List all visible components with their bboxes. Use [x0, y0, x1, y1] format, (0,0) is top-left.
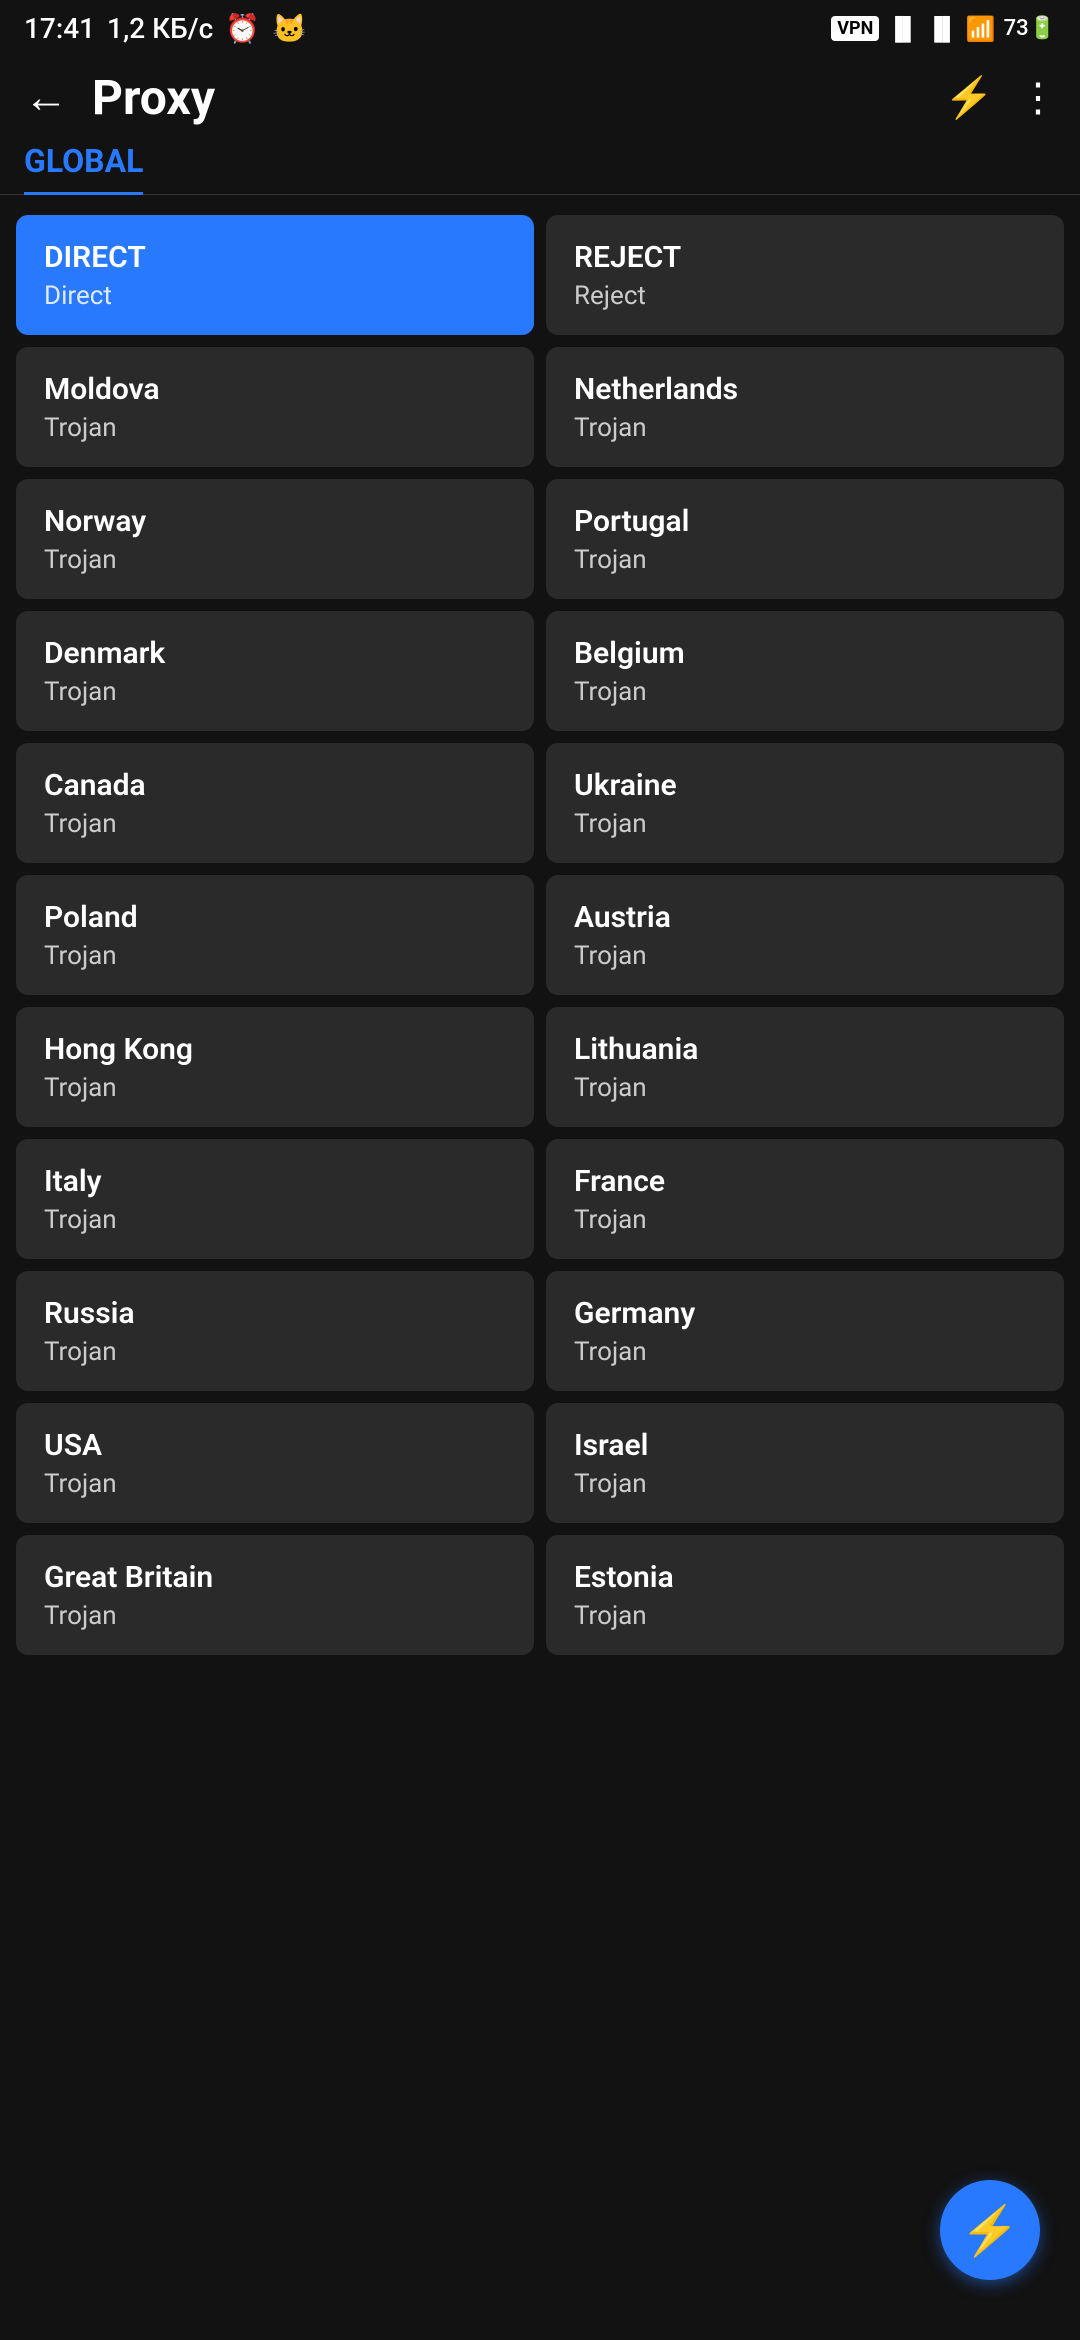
proxy-card-type: Trojan	[574, 941, 1036, 971]
back-button[interactable]: ←	[24, 76, 68, 120]
proxy-card-name: Israel	[574, 1428, 1036, 1463]
signal-icon-2: ▐▌	[927, 16, 958, 42]
proxy-card-name: Hong Kong	[44, 1032, 506, 1067]
proxy-card-type: Trojan	[574, 1601, 1036, 1631]
proxy-card[interactable]: Norway Trojan	[16, 479, 534, 599]
proxy-card[interactable]: Moldova Trojan	[16, 347, 534, 467]
fab-button[interactable]: ⚡	[940, 2180, 1040, 2280]
status-bar-left: 17:41 1,2 КБ/с ⏰ 🐱	[24, 12, 307, 45]
page-title: Proxy	[92, 69, 920, 126]
proxy-card-name: Poland	[44, 900, 506, 935]
time-display: 17:41	[24, 12, 95, 45]
proxy-card-name: Italy	[44, 1164, 506, 1199]
wifi-icon: 📶	[966, 15, 996, 43]
proxy-card[interactable]: Estonia Trojan	[546, 1535, 1064, 1655]
fab-bolt-icon: ⚡	[960, 2202, 1020, 2259]
proxy-grid: DIRECTDirectREJECTRejectMoldovaTrojanNet…	[0, 195, 1080, 1675]
status-bar: 17:41 1,2 КБ/с ⏰ 🐱 VPN ▐▌ ▐▌ 📶 73🔋	[0, 0, 1080, 53]
proxy-card-type: Direct	[44, 281, 506, 311]
proxy-card-type: Trojan	[44, 809, 506, 839]
proxy-card-name: Belgium	[574, 636, 1036, 671]
global-tab[interactable]: GLOBAL	[24, 142, 143, 195]
app-bar: ← Proxy ⚡ ⋮	[0, 53, 1080, 142]
proxy-card-name: Norway	[44, 504, 506, 539]
proxy-card[interactable]: REJECT Reject	[546, 215, 1064, 335]
proxy-card-name: Moldova	[44, 372, 506, 407]
proxy-card-type: Trojan	[44, 1469, 506, 1499]
proxy-card-name: Estonia	[574, 1560, 1036, 1595]
proxy-card-type: Trojan	[574, 545, 1036, 575]
proxy-card[interactable]: Russia Trojan	[16, 1271, 534, 1391]
proxy-card-type: Trojan	[574, 413, 1036, 443]
signal-icon-1: ▐▌	[887, 16, 918, 42]
proxy-card[interactable]: USA Trojan	[16, 1403, 534, 1523]
proxy-card-name: Ukraine	[574, 768, 1036, 803]
proxy-card-type: Trojan	[574, 1205, 1036, 1235]
proxy-card-name: Netherlands	[574, 372, 1036, 407]
proxy-card-type: Trojan	[574, 1337, 1036, 1367]
proxy-card-name: Russia	[44, 1296, 506, 1331]
proxy-card[interactable]: Denmark Trojan	[16, 611, 534, 731]
proxy-card-name: Germany	[574, 1296, 1036, 1331]
proxy-card[interactable]: Belgium Trojan	[546, 611, 1064, 731]
proxy-card-name: Canada	[44, 768, 506, 803]
proxy-card-name: REJECT	[574, 240, 1036, 275]
proxy-card-name: DIRECT	[44, 240, 506, 275]
proxy-card-type: Trojan	[574, 1469, 1036, 1499]
proxy-card-name: Austria	[574, 900, 1036, 935]
proxy-card[interactable]: France Trojan	[546, 1139, 1064, 1259]
proxy-card[interactable]: Italy Trojan	[16, 1139, 534, 1259]
proxy-card-type: Reject	[574, 281, 1036, 311]
fab-container: ⚡	[940, 2180, 1040, 2280]
battery-display: 73🔋	[1004, 16, 1056, 41]
cat-icon: 🐱	[272, 12, 307, 45]
proxy-card-type: Trojan	[44, 1073, 506, 1103]
proxy-card[interactable]: Israel Trojan	[546, 1403, 1064, 1523]
vpn-badge: VPN	[831, 16, 879, 41]
proxy-card-type: Trojan	[574, 1073, 1036, 1103]
proxy-card[interactable]: Great Britain Trojan	[16, 1535, 534, 1655]
proxy-card[interactable]: Germany Trojan	[546, 1271, 1064, 1391]
proxy-card[interactable]: Lithuania Trojan	[546, 1007, 1064, 1127]
proxy-card-type: Trojan	[44, 1601, 506, 1631]
app-bar-actions: ⚡ ⋮	[944, 74, 1056, 121]
alarm-icon: ⏰	[225, 12, 260, 45]
proxy-card-type: Trojan	[44, 1205, 506, 1235]
proxy-card[interactable]: Portugal Trojan	[546, 479, 1064, 599]
proxy-card-type: Trojan	[44, 677, 506, 707]
proxy-card[interactable]: Austria Trojan	[546, 875, 1064, 995]
proxy-card-type: Trojan	[44, 1337, 506, 1367]
proxy-card-name: Denmark	[44, 636, 506, 671]
proxy-card[interactable]: DIRECT Direct	[16, 215, 534, 335]
proxy-card-type: Trojan	[574, 677, 1036, 707]
proxy-card[interactable]: Hong Kong Trojan	[16, 1007, 534, 1127]
proxy-card-name: Portugal	[574, 504, 1036, 539]
proxy-card-name: USA	[44, 1428, 506, 1463]
proxy-card-name: France	[574, 1164, 1036, 1199]
bolt-action-icon[interactable]: ⚡	[944, 74, 994, 121]
proxy-card-name: Great Britain	[44, 1560, 506, 1595]
proxy-card-type: Trojan	[44, 545, 506, 575]
proxy-card-name: Lithuania	[574, 1032, 1036, 1067]
speed-display: 1,2 КБ/с	[107, 12, 213, 45]
proxy-card-type: Trojan	[44, 941, 506, 971]
proxy-card-type: Trojan	[44, 413, 506, 443]
proxy-card[interactable]: Canada Trojan	[16, 743, 534, 863]
proxy-card-type: Trojan	[574, 809, 1036, 839]
more-options-icon[interactable]: ⋮	[1018, 74, 1056, 121]
proxy-card[interactable]: Poland Trojan	[16, 875, 534, 995]
tabs-section: GLOBAL	[0, 142, 1080, 195]
status-bar-right: VPN ▐▌ ▐▌ 📶 73🔋	[831, 15, 1056, 43]
proxy-card[interactable]: Netherlands Trojan	[546, 347, 1064, 467]
proxy-card[interactable]: Ukraine Trojan	[546, 743, 1064, 863]
